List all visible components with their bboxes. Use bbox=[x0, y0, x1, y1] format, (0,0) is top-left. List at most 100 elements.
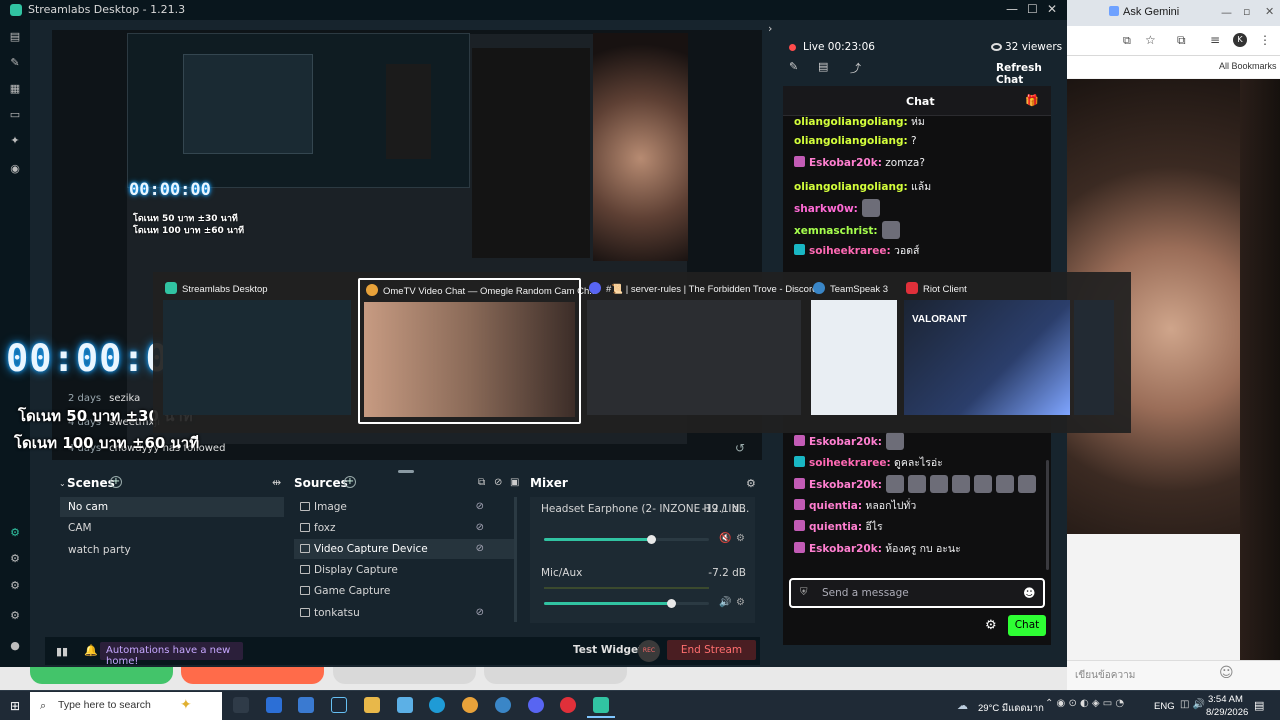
gift-icon[interactable]: 🎁 bbox=[1025, 94, 1039, 107]
speaker-icon[interactable]: 🔊 bbox=[719, 597, 731, 608]
end-stream-button[interactable]: End Stream bbox=[667, 640, 756, 660]
maximize-icon[interactable]: ▫ bbox=[1243, 5, 1250, 18]
themes-icon[interactable]: ✎ bbox=[9, 57, 21, 69]
dashboard-icon[interactable]: ▤ bbox=[818, 60, 828, 73]
switcher-item-teamspeak[interactable]: TeamSpeak 3 bbox=[807, 278, 897, 424]
more-menu-icon[interactable]: ⋮ bbox=[1259, 33, 1271, 47]
performance-icon[interactable]: ▮▮ bbox=[56, 645, 68, 658]
automations-notice[interactable]: Automations have a new home! bbox=[100, 642, 243, 667]
chat-username[interactable]: quientia: bbox=[809, 521, 862, 533]
volume-slider-knob[interactable] bbox=[667, 599, 677, 608]
add-scene-button[interactable]: + bbox=[110, 476, 122, 488]
clock-date[interactable]: 8/29/2026 bbox=[1206, 707, 1248, 718]
windows-start-icon[interactable]: ⊞ bbox=[10, 699, 20, 713]
mute-icon[interactable]: 🔇 bbox=[719, 533, 731, 544]
switcher-item-ometv[interactable]: OmeTV Video Chat — Omegle Random Cam Ch.… bbox=[358, 278, 597, 424]
channel-settings-icon[interactable]: ⚙ bbox=[736, 533, 745, 544]
visibility-icon[interactable]: ⊘ bbox=[476, 501, 484, 512]
switcher-item-discord[interactable]: #📜 | server-rules | The Forbidden Trove … bbox=[583, 278, 817, 424]
chat-username[interactable]: xemnaschrist: bbox=[794, 225, 878, 237]
share-icon[interactable]: ⤴ bbox=[850, 60, 861, 76]
channel-settings-icon[interactable]: ⚙ bbox=[736, 597, 745, 608]
weather-text[interactable]: 29°C มีแดดมาก bbox=[978, 701, 1044, 716]
record-button[interactable]: REC bbox=[638, 640, 660, 662]
maximize-icon[interactable]: ☐ bbox=[1027, 2, 1038, 16]
editor-icon[interactable]: ▤ bbox=[9, 31, 21, 43]
discord-icon[interactable] bbox=[528, 697, 544, 713]
minimize-icon[interactable]: — bbox=[1006, 2, 1018, 16]
source-item[interactable]: Video Capture Device ⊘ bbox=[294, 539, 514, 559]
switcher-item-streamlabs[interactable]: Streamlabs Desktop bbox=[159, 278, 355, 424]
steam-icon[interactable] bbox=[331, 697, 347, 713]
dashboard-icon[interactable]: ⚙ bbox=[9, 553, 21, 565]
add-source-button[interactable]: + bbox=[344, 476, 356, 488]
star-icon[interactable]: ☆ bbox=[1145, 33, 1156, 47]
notification-bell-icon[interactable]: 🔔 bbox=[84, 644, 98, 657]
scene-transitions-icon[interactable]: ⇹ bbox=[272, 476, 281, 489]
dock-resize-handle[interactable] bbox=[398, 470, 414, 473]
tab-ask-gemini[interactable]: Ask Gemini bbox=[1109, 6, 1179, 18]
extensions-icon[interactable]: ⧉ bbox=[1177, 33, 1186, 48]
scene-item[interactable]: No cam bbox=[60, 497, 284, 517]
source-item[interactable]: tonkatsu ⊘ bbox=[294, 603, 514, 623]
chat-username[interactable]: Eskobar20k: bbox=[809, 436, 882, 448]
profile-icon[interactable]: ● bbox=[9, 640, 21, 652]
layout-icon[interactable]: ▭ bbox=[9, 109, 21, 121]
visibility-icon[interactable]: ⊘ bbox=[476, 522, 484, 533]
outlook-icon[interactable] bbox=[266, 697, 282, 713]
source-delete-icon[interactable]: ▣ bbox=[510, 477, 519, 488]
input-language[interactable]: ENG bbox=[1154, 701, 1175, 712]
source-item[interactable]: Image ⊘ bbox=[294, 497, 514, 517]
streamlabs-icon[interactable] bbox=[593, 697, 609, 713]
refresh-chat-button[interactable]: Refresh Chat bbox=[996, 62, 1067, 86]
source-item[interactable]: Game Capture bbox=[294, 581, 514, 601]
scene-item[interactable]: CAM bbox=[60, 518, 284, 538]
highlighter-icon[interactable]: ⚙ bbox=[9, 580, 21, 592]
browser-address-bar[interactable]: ⧉ ☆ ⧉ ≡ K ⋮ bbox=[1067, 26, 1280, 56]
source-folder-icon[interactable]: ⧉ bbox=[478, 477, 485, 488]
emoji-icon[interactable]: ☻ bbox=[1023, 586, 1036, 600]
chat-username[interactable]: oliangoliangoliang: bbox=[794, 116, 908, 128]
apps-icon[interactable]: ✦ bbox=[9, 135, 21, 147]
source-item[interactable]: foxz ⊘ bbox=[294, 518, 514, 538]
edge-icon[interactable] bbox=[429, 697, 445, 713]
chat-username[interactable]: soiheekraree: bbox=[809, 457, 891, 469]
chat-username[interactable]: oliangoliangoliang: bbox=[794, 181, 908, 193]
send-chat-button[interactable]: Chat bbox=[1008, 615, 1046, 636]
minimize-icon[interactable]: — bbox=[1221, 6, 1232, 19]
shield-icon[interactable]: ⛨ bbox=[800, 587, 808, 598]
file-explorer-icon[interactable] bbox=[364, 697, 380, 713]
app-icon[interactable] bbox=[397, 697, 413, 713]
volume-slider[interactable] bbox=[544, 599, 709, 608]
edit-stream-icon[interactable]: ✎ bbox=[789, 60, 798, 73]
chat-username[interactable]: Eskobar20k: bbox=[809, 543, 882, 555]
teamspeak-icon[interactable] bbox=[495, 697, 511, 713]
network-volume-icons[interactable]: ◫ 🔊 bbox=[1180, 699, 1205, 710]
source-item[interactable]: Display Capture bbox=[294, 560, 514, 580]
task-view-icon[interactable] bbox=[233, 697, 249, 713]
riot-icon[interactable] bbox=[560, 697, 576, 713]
cast-icon[interactable]: ⧉ bbox=[1123, 34, 1131, 48]
sources-scrollbar[interactable] bbox=[514, 497, 517, 622]
chevron-right-icon[interactable]: › bbox=[768, 22, 772, 35]
source-eye-icon[interactable]: ⊘ bbox=[494, 477, 502, 488]
close-icon[interactable]: ✕ bbox=[1265, 5, 1274, 18]
notifications-icon[interactable]: ▤ bbox=[1254, 699, 1264, 712]
chat-username[interactable]: Eskobar20k: bbox=[809, 157, 882, 169]
volume-slider[interactable] bbox=[544, 535, 709, 544]
chat-username[interactable]: Eskobar20k: bbox=[809, 479, 882, 491]
chat-scrollbar[interactable] bbox=[1046, 460, 1049, 570]
store-icon[interactable]: ▦ bbox=[9, 83, 21, 95]
collapse-icon[interactable]: ⌄ bbox=[59, 479, 66, 488]
reading-list-icon[interactable]: ≡ bbox=[1210, 33, 1220, 47]
chat-username[interactable]: soiheekraree: bbox=[809, 245, 891, 257]
store-icon[interactable] bbox=[298, 697, 314, 713]
chrome-icon[interactable] bbox=[462, 697, 478, 713]
clock-time[interactable]: 3:54 AM bbox=[1208, 694, 1243, 705]
settings-icon[interactable]: ⚙ bbox=[9, 610, 21, 622]
message-input-bar[interactable]: เขียนข้อความ ☺ bbox=[1067, 660, 1280, 690]
scene-item[interactable]: watch party bbox=[60, 540, 284, 560]
visibility-icon[interactable]: ⊘ bbox=[476, 607, 484, 618]
close-icon[interactable]: ✕ bbox=[1047, 2, 1057, 16]
chat-settings-icon[interactable]: ⚙ bbox=[985, 618, 997, 633]
